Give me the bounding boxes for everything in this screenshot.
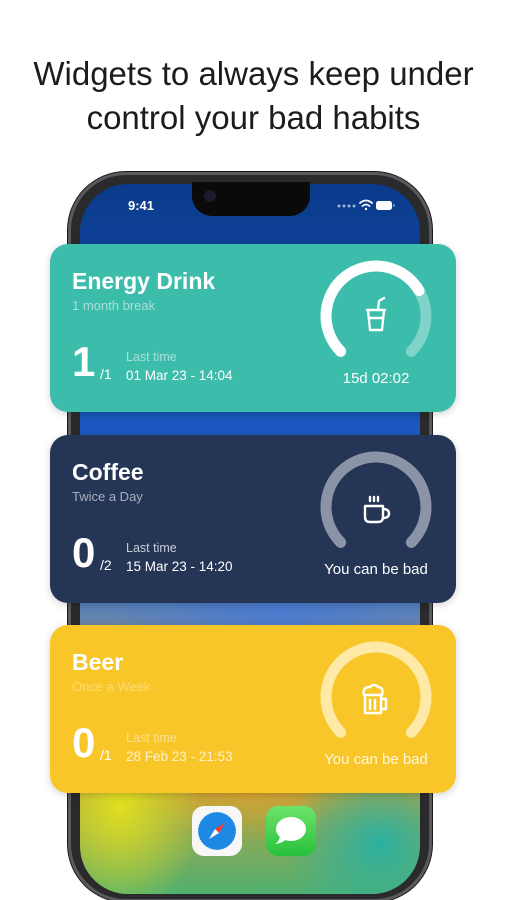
gauge-fill (320, 451, 432, 548)
gauge-fill (320, 260, 425, 357)
habit-limit: /1 (100, 366, 112, 382)
beer-mug-icon (362, 683, 388, 715)
headline-line-1: Widgets to always keep under (33, 55, 474, 92)
widget-beer[interactable]: Beer Once a Week 0 /1 Last time 28 Feb 2… (50, 625, 456, 793)
widget-title: Beer (72, 649, 124, 675)
habit-count: 1 (72, 338, 96, 385)
signal-dots-icon (337, 204, 356, 208)
gauge-fill (320, 641, 432, 738)
cup-with-straw-icon (365, 296, 387, 332)
progress-gauge (320, 260, 432, 357)
coffee-mug-icon (363, 495, 391, 524)
dock-app-messages[interactable] (266, 806, 316, 856)
dock-app-safari[interactable] (192, 806, 242, 856)
widget-title: Coffee (72, 459, 144, 485)
habit-count: 0 (72, 529, 96, 576)
widget-coffee[interactable]: Coffee Twice a Day 0 /2 Last time 15 Mar… (50, 435, 456, 603)
progress-gauge (320, 451, 432, 548)
last-time-label: Last time (126, 541, 177, 555)
last-time-value: 01 Mar 23 - 14:04 (126, 368, 233, 383)
wifi-icon (359, 199, 373, 211)
status-time: 9:41 (128, 198, 155, 213)
progress-gauge (320, 641, 432, 738)
battery-icon (376, 201, 395, 210)
headline: Widgets to always keep under control you… (0, 52, 507, 140)
safari-icon (197, 811, 237, 851)
notch (192, 182, 310, 216)
last-time-label: Last time (126, 350, 177, 364)
widget-subtitle: Twice a Day (72, 489, 143, 504)
status-icons (336, 198, 396, 212)
widget-title: Energy Drink (72, 268, 216, 294)
habit-limit: /2 (100, 557, 112, 573)
messages-icon (275, 817, 306, 844)
last-time-value: 15 Mar 23 - 14:20 (126, 559, 233, 574)
habit-count: 0 (72, 719, 96, 766)
widget-subtitle: 1 month break (72, 298, 156, 313)
widget-energy-drink[interactable]: Energy Drink 1 month break 1 /1 Last tim… (50, 244, 456, 412)
gauge-caption: You can be bad (324, 561, 428, 578)
gauge-caption: 15d 02:02 (342, 370, 410, 387)
widget-subtitle: Once a Week (72, 679, 151, 694)
headline-line-2: control your bad habits (86, 99, 421, 136)
habit-limit: /1 (100, 747, 112, 763)
last-time-value: 28 Feb 23 - 21:53 (126, 749, 233, 764)
gauge-caption: You can be bad (324, 751, 428, 768)
last-time-label: Last time (126, 731, 177, 745)
